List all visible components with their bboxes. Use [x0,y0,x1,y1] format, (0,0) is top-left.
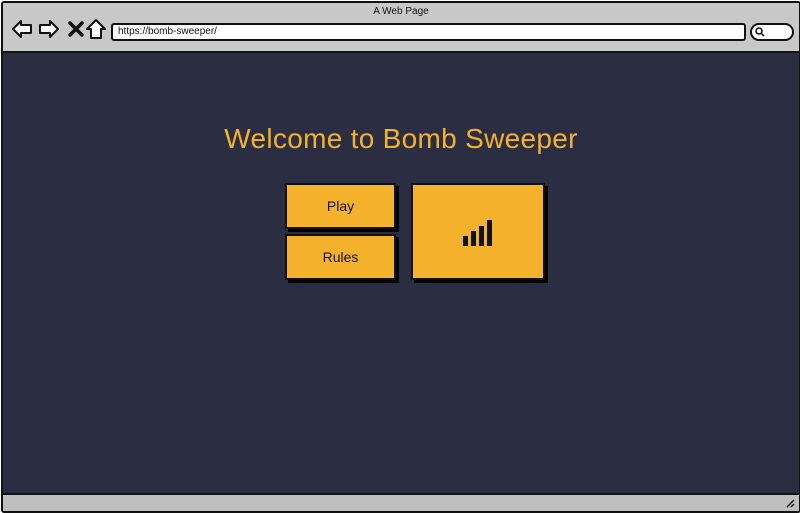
address-bar[interactable]: https://bomb-sweeper/ [111,23,746,41]
status-bar [3,493,799,511]
play-button[interactable]: Play [285,183,396,229]
bar-chart-icon [461,218,495,246]
forward-arrow-icon[interactable] [38,18,60,40]
window-title: A Web Page [373,6,429,17]
home-icon[interactable] [85,18,107,40]
search-icon [755,27,765,37]
rules-button[interactable]: Rules [285,234,396,280]
page-title: Welcome to Bomb Sweeper [224,123,578,154]
browser-window: A Web Page https://bomb-sweeper/ Welcome… [1,1,800,513]
browser-toolbar: A Web Page https://bomb-sweeper/ [3,3,799,53]
resize-grip-icon[interactable] [785,498,795,508]
stats-button[interactable] [411,183,545,280]
close-x-icon[interactable] [65,18,87,40]
search-field[interactable] [750,23,794,41]
page-content: Welcome to Bomb Sweeper Play Rules [3,53,799,493]
back-arrow-icon[interactable] [11,18,33,40]
